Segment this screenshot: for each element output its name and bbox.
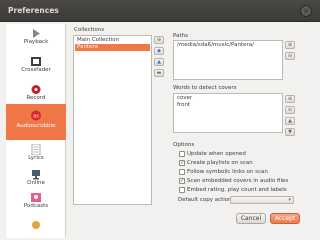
sidebar-item-playback[interactable]: Playback [6, 28, 66, 48]
list-item[interactable]: Main Collection [75, 37, 150, 44]
sidebar-item-label: Lyrics [28, 155, 44, 161]
edit-icon[interactable]: ◆ [154, 47, 164, 55]
list-item[interactable]: Pantera [75, 44, 150, 51]
move-down-icon[interactable]: ▼ [285, 128, 295, 136]
remove-icon[interactable]: ▬ [154, 69, 164, 77]
window-title: Preferences [8, 6, 59, 15]
checkbox-label: Update when opened [187, 151, 246, 157]
words-heading: Words to detect covers [173, 85, 237, 91]
checkbox-label: Scan embedded covers in audio files [187, 178, 289, 184]
sidebar-item-lyrics[interactable]: Lyrics [6, 144, 66, 164]
sidebar: Playback Crossfader Record as Audioscrob… [6, 24, 66, 238]
collections-heading: Collections [74, 27, 105, 33]
copy-action-label: Default copy action [178, 197, 232, 203]
checkbox[interactable] [179, 151, 185, 157]
checkbox-label: Create playlists on scan [187, 160, 253, 166]
sidebar-item-label: Podcasts [23, 203, 49, 209]
play-icon [33, 29, 40, 38]
options-heading: Options [173, 142, 195, 148]
close-icon[interactable]: × [300, 5, 312, 17]
checkbox[interactable]: ✓ [179, 178, 185, 184]
sidebar-item-audioscrobble[interactable]: as Audioscrobble [6, 104, 66, 140]
words-list[interactable]: cover front [173, 93, 283, 133]
sidebar-item-label: Crossfader [21, 67, 51, 73]
checkbox[interactable]: ✓ [179, 160, 185, 166]
accept-button[interactable]: Accept [270, 213, 300, 224]
sidebar-item-record[interactable]: Record [6, 84, 66, 104]
cancel-button[interactable]: Cancel [236, 213, 266, 224]
paths-list[interactable]: /media/sda6/music/Pantera/ [173, 40, 283, 80]
online-icon [32, 170, 40, 180]
sidebar-item-label: Audioscrobble [16, 123, 56, 129]
up-icon[interactable]: ▲ [154, 58, 164, 66]
checkbox[interactable] [179, 187, 185, 193]
list-item[interactable]: /media/sda6/music/Pantera/ [175, 42, 281, 49]
add-icon[interactable]: ⊕ [154, 36, 164, 44]
copy-action-select[interactable]: ▾ [230, 196, 294, 204]
add-path-icon[interactable]: ⊕ [285, 41, 295, 49]
sidebar-item-partial[interactable] [6, 218, 66, 238]
sidebar-item-online[interactable]: Online [6, 169, 66, 189]
checkbox-label: Embed rating, play count and labels [187, 187, 287, 193]
svg-text:as: as [33, 114, 39, 120]
chevron-down-icon: ▾ [288, 197, 291, 203]
checkbox[interactable] [179, 169, 185, 175]
lyrics-icon [31, 144, 41, 155]
sidebar-item-label: Online [27, 180, 45, 186]
remove-word-icon[interactable]: ⊖ [285, 106, 295, 114]
list-item[interactable]: cover [175, 95, 281, 102]
titlebar[interactable]: Preferences × [0, 0, 320, 22]
collections-list[interactable]: Main Collection Pantera [73, 35, 152, 205]
sidebar-item-label: Record [26, 95, 46, 101]
record-icon [31, 85, 41, 94]
sidebar-item-podcasts[interactable]: Podcasts [6, 192, 66, 212]
checkbox-label: Follow symbolic links on scan [187, 169, 268, 175]
crossfader-icon [31, 57, 41, 66]
paths-heading: Paths [173, 33, 188, 39]
preferences-window: Preferences × Playback Crossfader Record… [0, 0, 320, 240]
sidebar-item-crossfader[interactable]: Crossfader [6, 56, 66, 76]
music-icon [32, 221, 40, 229]
add-word-icon[interactable]: ⊕ [285, 95, 295, 103]
podcast-icon [31, 193, 41, 202]
list-item[interactable]: front [175, 102, 281, 109]
remove-path-icon[interactable]: ⊖ [285, 52, 295, 60]
move-up-icon[interactable]: ▲ [285, 117, 295, 125]
sidebar-item-label: Playback [23, 39, 49, 45]
scrobbler-icon: as [31, 110, 41, 121]
